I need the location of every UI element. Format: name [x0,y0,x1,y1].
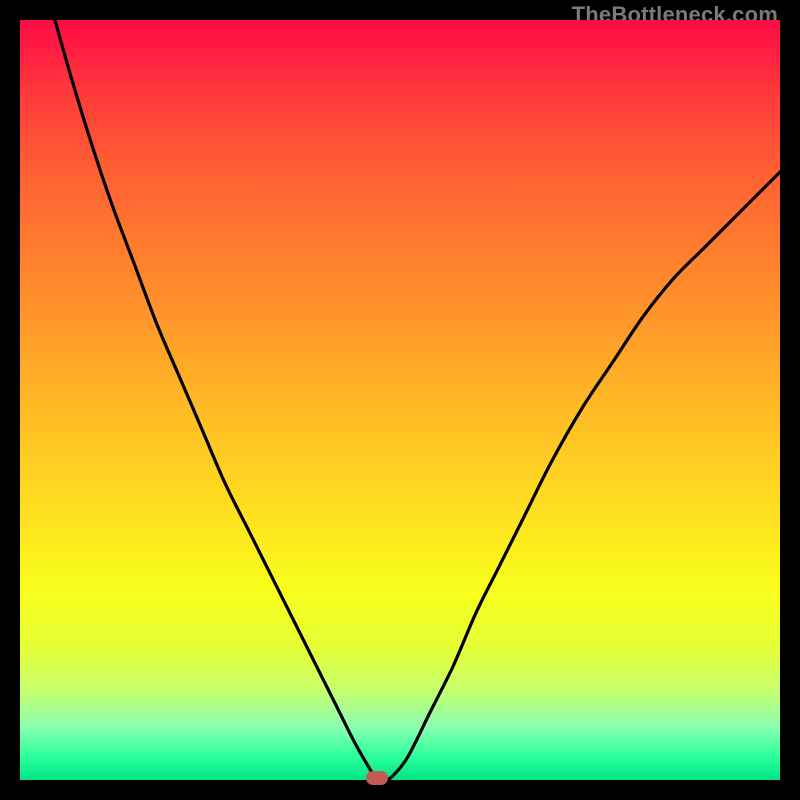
plot-area [20,20,780,780]
bottleneck-curve [20,20,780,780]
chart-frame: TheBottleneck.com [0,0,800,800]
curve-svg [20,20,780,780]
minimum-marker [366,771,388,785]
